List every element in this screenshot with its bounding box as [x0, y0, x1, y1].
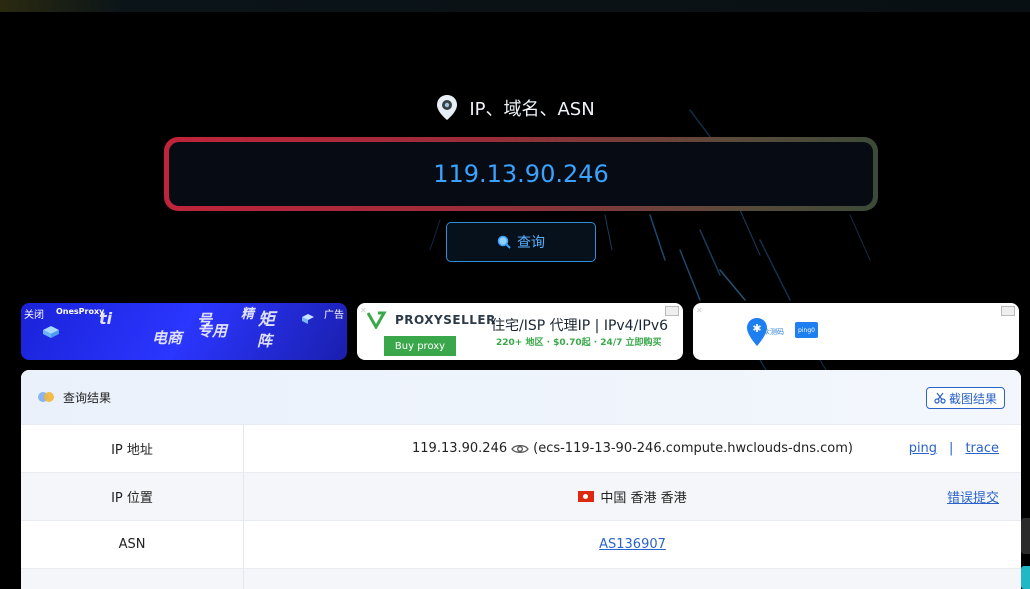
ad-deco-text: 精 — [241, 307, 255, 322]
ad-deco-text: 专用 — [197, 322, 228, 340]
hong-kong-flag-icon — [578, 491, 595, 502]
hostname-value: (ecs-119-13-90-246.compute.hwclouds-dns.… — [533, 441, 853, 456]
ad-banner-ping0[interactable]: ✕ ✱ 众测码 ping0 — [693, 303, 1019, 360]
search-box — [164, 137, 878, 211]
query-button-label: 查询 — [517, 235, 545, 251]
ad-close-button[interactable]: 关闭 — [24, 306, 44, 321]
ad-label: 广告 — [324, 310, 344, 321]
query-button[interactable]: 查询 — [446, 222, 596, 262]
ad-info-icon[interactable] — [665, 306, 679, 316]
result-row-location: IP 位置 中国 香港 香港 错误提交 — [21, 472, 1021, 520]
screenshot-result-button[interactable]: 截图结果 — [925, 387, 1005, 409]
result-row-ip: IP 地址 119.13.90.246 (ecs-119-13-90-246.c… — [21, 424, 1021, 472]
location-pin-icon — [437, 95, 458, 120]
scissors-icon — [934, 392, 946, 404]
svg-text:✱: ✱ — [752, 322, 761, 335]
result-header: 查询结果 截图结果 — [21, 370, 1021, 424]
eye-icon[interactable] — [511, 443, 529, 455]
buy-proxy-button[interactable]: Buy proxy — [384, 336, 456, 356]
result-row-next — [21, 568, 1021, 589]
location-value: 中国 香港 香港 — [600, 491, 687, 506]
ad-brand: OnesProxy — [56, 307, 105, 316]
floating-side-widget[interactable] — [1021, 518, 1030, 554]
cube-icon — [43, 326, 59, 338]
query-result-panel: 查询结果 截图结果 IP 地址 119.13.90.246 (ecs-119-1… — [21, 370, 1021, 589]
ad-subline: 220+ 地区 · $0.70起 · 24/7 立即购买 — [496, 338, 662, 348]
ad-deco-text: 电商 — [152, 329, 183, 347]
report-error-link[interactable]: 错误提交 — [947, 487, 999, 506]
page-title: IP、域名、ASN — [469, 99, 595, 120]
search-input[interactable] — [204, 160, 838, 188]
cube-icon — [302, 314, 314, 324]
ping-link[interactable]: ping — [909, 441, 937, 456]
page-header: IP、域名、ASN — [0, 92, 1030, 124]
ad-deco-text: ti — [99, 309, 113, 328]
ping0-button[interactable]: ping0 — [795, 322, 818, 338]
row-key: ASN — [21, 521, 244, 568]
ip-address-value: 119.13.90.246 — [412, 441, 508, 456]
ad-banner-proxyseller[interactable]: ✕ PROXYSELLER Buy proxy 住宅/ISP 代理IP | IP… — [357, 303, 683, 360]
ad-close-button[interactable]: ✕ — [696, 306, 703, 315]
row-key: IP 位置 — [21, 473, 244, 520]
ad-pin-label: 众测码 — [763, 328, 784, 336]
row-key — [21, 569, 244, 589]
proxyseller-logo-icon — [367, 311, 387, 329]
ad-headline: 住宅/ISP 代理IP | IPv4/IPv6 — [491, 318, 669, 334]
ad-banner-onesproxy[interactable]: 关闭 OnesProxy 广告 号 精 矩 电商 专用 阵 ti — [21, 303, 347, 360]
result-row-asn: ASN AS136907 — [21, 520, 1021, 568]
ad-deco-text: 阵 — [257, 332, 273, 350]
row-key: IP 地址 — [21, 425, 244, 472]
asn-link[interactable]: AS136907 — [599, 537, 666, 552]
search-icon — [497, 235, 511, 249]
ad-deco-text: 矩 — [258, 310, 275, 330]
trace-link[interactable]: trace — [965, 441, 999, 456]
result-icon — [38, 392, 54, 402]
floating-side-widget[interactable] — [1021, 566, 1030, 589]
proxyseller-logo: PROXYSELLER — [367, 311, 496, 329]
result-title: 查询结果 — [63, 390, 112, 405]
ad-close-button[interactable]: ✕ — [360, 306, 367, 315]
ad-info-icon[interactable] — [1001, 306, 1015, 316]
link-separator: | — [949, 441, 954, 456]
